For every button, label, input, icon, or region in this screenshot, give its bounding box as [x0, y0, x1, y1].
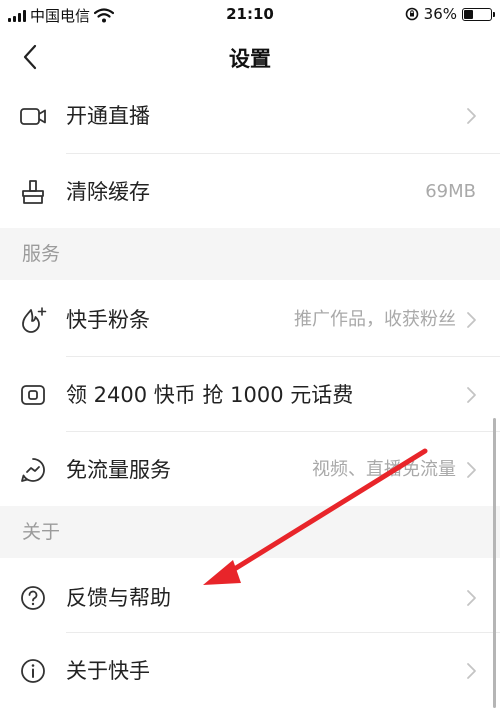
chevron-right-icon: [467, 590, 476, 606]
settings-item-label: 开通直播: [66, 104, 150, 128]
settings-item-label: 关于快手: [66, 659, 150, 683]
section-title: 服务: [22, 243, 61, 265]
chevron-right-icon: [467, 108, 476, 124]
settings-item-value: 视频、直播免流量: [312, 459, 456, 480]
cache-size: 69MB: [425, 181, 476, 202]
battery-level: [464, 9, 473, 19]
navigation-bar: 设置: [0, 30, 500, 82]
settings-item-about-app[interactable]: 关于快手: [0, 633, 500, 709]
settings-item-label: 领 2400 快币 抢 1000 元话费: [66, 383, 354, 407]
chat-wave-icon: [21, 458, 45, 482]
status-right: 36%: [405, 5, 495, 23]
status-bar: 中国电信 21:10 36%: [0, 0, 500, 30]
coin-box-icon: [21, 385, 45, 405]
settings-item-label: 免流量服务: [66, 458, 171, 482]
orientation-lock-icon: [405, 7, 418, 21]
battery-percent: 36%: [423, 5, 457, 23]
video-camera-icon: [20, 108, 46, 125]
settings-item-coins-offer[interactable]: 领 2400 快币 抢 1000 元话费: [0, 357, 500, 433]
settings-item-live[interactable]: 开通直播: [0, 78, 500, 154]
section-title: 关于: [22, 521, 61, 543]
scrollbar[interactable]: [493, 418, 496, 708]
settings-item-label: 快手粉条: [66, 308, 150, 332]
battery-icon: [462, 7, 495, 21]
broom-icon: [22, 180, 44, 204]
settings-item-value: 推广作品，收获粉丝: [294, 309, 456, 330]
settings-item-fans-promotion[interactable]: 快手粉条 推广作品，收获粉丝: [0, 282, 500, 358]
chevron-right-icon: [467, 663, 476, 679]
section-header-services: 服务: [0, 228, 500, 280]
settings-item-feedback-help[interactable]: 反馈与帮助: [0, 560, 500, 636]
info-circle-icon: [21, 659, 45, 683]
page-title: 设置: [229, 47, 271, 71]
settings-item-clear-cache[interactable]: 清除缓存 69MB: [0, 154, 500, 230]
settings-item-free-data[interactable]: 免流量服务 视频、直播免流量: [0, 432, 500, 508]
chevron-right-icon: [467, 462, 476, 478]
chevron-right-icon: [467, 312, 476, 328]
settings-item-label: 清除缓存: [66, 180, 150, 204]
settings-item-label: 反馈与帮助: [66, 586, 171, 610]
fire-sparkle-icon: [22, 307, 47, 333]
question-circle-icon: [21, 586, 45, 610]
section-header-about: 关于: [0, 506, 500, 558]
chevron-right-icon: [467, 387, 476, 403]
